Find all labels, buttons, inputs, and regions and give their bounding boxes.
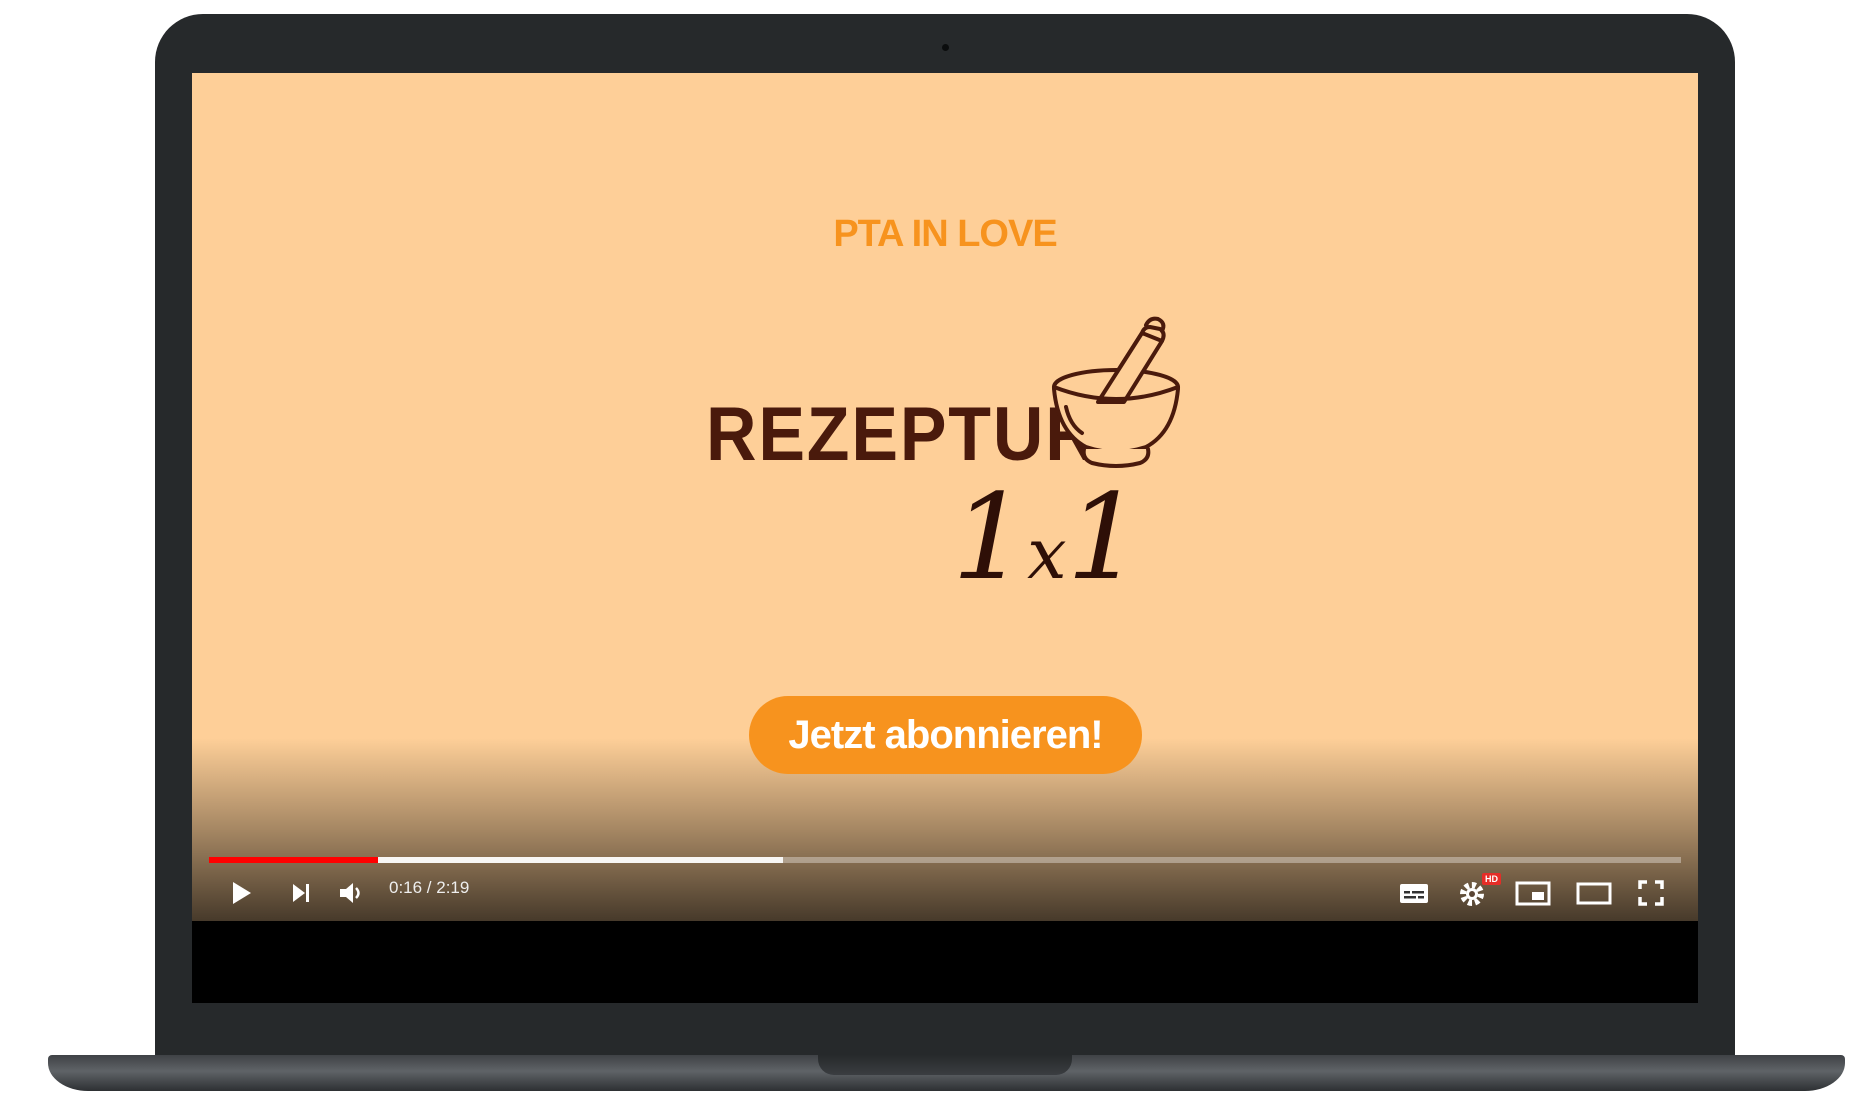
next-icon (293, 884, 309, 902)
next-button[interactable] (279, 871, 323, 915)
laptop-opening-notch (818, 1055, 1072, 1075)
time-display: 0:16 / 2:19 (389, 878, 470, 897)
play-icon (233, 882, 251, 904)
laptop-screen: PTA IN LOVE REZEPTUR 1x1 Jetzt abonniere… (192, 73, 1698, 1003)
subscribe-cta-button[interactable]: Jetzt abonnieren! (749, 696, 1142, 774)
progress-played (209, 857, 379, 863)
subtitles-button[interactable] (1392, 871, 1436, 915)
video-title-word: REZEPTUR (706, 392, 1098, 477)
webcam-dot (942, 44, 949, 51)
fullscreen-button[interactable] (1629, 871, 1673, 915)
volume-icon (340, 883, 360, 903)
settings-button[interactable]: HD (1451, 871, 1501, 915)
video-title-1x1: 1x1 (952, 478, 1142, 596)
play-button[interactable] (219, 871, 263, 915)
title-one-left: 1 (952, 468, 1028, 606)
miniplayer-button[interactable] (1511, 871, 1555, 915)
theater-mode-icon (1576, 882, 1612, 905)
channel-brand-text: PTA IN LOVE (833, 213, 1057, 255)
volume-button[interactable] (329, 871, 373, 915)
title-one-right: 1 (1066, 468, 1142, 606)
progress-bar[interactable] (209, 857, 1681, 863)
video-player[interactable]: PTA IN LOVE REZEPTUR 1x1 Jetzt abonniere… (192, 73, 1698, 921)
subtitles-icon (1400, 884, 1428, 903)
hd-quality-badge: HD (1482, 873, 1501, 885)
miniplayer-icon (1515, 881, 1551, 906)
fullscreen-icon (1638, 880, 1664, 906)
theater-mode-button[interactable] (1572, 871, 1616, 915)
mortar-and-pestle-icon (1052, 316, 1180, 468)
title-times: x (1027, 513, 1067, 595)
